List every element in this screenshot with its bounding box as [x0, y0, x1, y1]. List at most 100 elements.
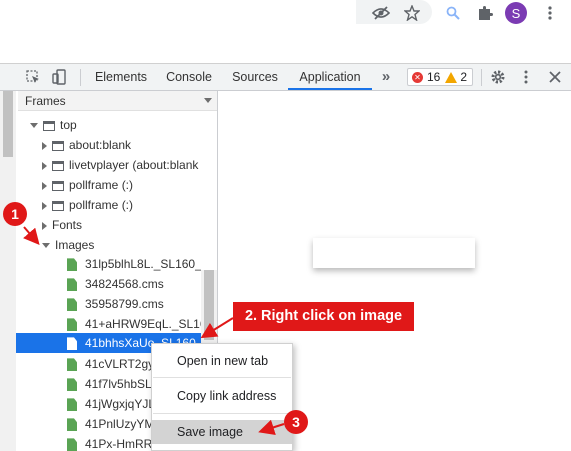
badge-number: 1	[11, 206, 19, 222]
expand-icon	[42, 161, 47, 170]
frame-icon	[52, 160, 64, 171]
menu-separator	[153, 377, 291, 378]
image-item-label: 41cVLRT2gyL	[85, 357, 161, 371]
menu-item-copy-link[interactable]: Copy link address	[152, 384, 292, 408]
tree-item-label: Images	[55, 238, 95, 252]
image-item-label: 41PnlUzyYM	[85, 417, 155, 431]
tab-sources-label: Sources	[232, 70, 278, 84]
image-file-icon	[67, 258, 77, 272]
menu-item-save-image[interactable]: Save image	[152, 420, 292, 444]
image-item-label: 31lp5blhL8L._SL160_.j	[85, 257, 201, 271]
tree-item-pollframe[interactable]: pollframe (:)	[42, 195, 133, 215]
badge-number: 3	[292, 414, 300, 430]
tab-elements[interactable]: Elements	[88, 64, 154, 90]
frames-section-header[interactable]: Frames	[18, 91, 217, 111]
image-item[interactable]: 31lp5blhL8L._SL160_.j	[67, 254, 201, 274]
star-icon[interactable]	[400, 2, 424, 24]
step-badge-3: 3	[284, 410, 308, 434]
tab-console[interactable]: Console	[158, 64, 220, 90]
image-item-label: 41+aHRW9EqL._SL160	[85, 317, 201, 331]
image-item[interactable]: 41+aHRW9EqL._SL160	[67, 314, 201, 334]
avatar-initial: S	[511, 5, 521, 21]
scrollbar-thumb[interactable]	[204, 270, 214, 340]
more-vert-icon[interactable]	[538, 2, 562, 24]
frame-icon	[52, 180, 64, 191]
more-tabs-label: »	[381, 68, 391, 85]
step-callout-2: 2. Right click on image	[233, 302, 414, 331]
warning-count: 2	[460, 70, 468, 84]
tree-item-images[interactable]: Images	[42, 235, 94, 255]
tree-item-pollframe[interactable]: pollframe (:)	[42, 175, 133, 195]
tab-application-label: Application	[299, 70, 361, 84]
search-icon[interactable]	[441, 2, 465, 24]
menu-item-label: Open in new tab	[177, 354, 269, 368]
warning-icon	[445, 71, 458, 83]
tree-item-top[interactable]: top	[30, 115, 77, 135]
collapse-icon	[204, 98, 212, 103]
tab-console-label: Console	[166, 70, 212, 84]
image-file-icon	[67, 278, 77, 292]
tab-sources[interactable]: Sources	[224, 64, 286, 90]
devtools-toolbar: Elements Console Sources Application » ✕…	[0, 64, 571, 91]
close-icon[interactable]	[545, 67, 565, 87]
expand-icon	[42, 181, 47, 190]
menu-item-open-new-tab[interactable]: Open in new tab	[152, 349, 292, 373]
frames-header-label: Frames	[25, 94, 66, 108]
tab-application[interactable]: Application	[288, 64, 372, 90]
image-item[interactable]: 34824568.cms	[67, 274, 201, 294]
image-item-label: 41f7lv5hbSL.	[85, 377, 156, 391]
image-file-icon	[67, 398, 77, 412]
tree-item-label: pollframe (:)	[69, 198, 134, 212]
image-preview	[313, 238, 475, 268]
image-item-label: 41jWgxjqYJL.	[85, 397, 159, 411]
expand-icon	[30, 123, 38, 129]
image-item-label: 35958799.cms	[85, 297, 164, 311]
toolbar-separator	[481, 69, 482, 86]
tree-item-fonts[interactable]: Fonts	[42, 215, 82, 235]
device-toolbar-icon[interactable]	[49, 67, 69, 87]
frame-icon	[52, 200, 64, 211]
tree-item-label: livetvplayer (about:blank	[69, 158, 199, 172]
image-item[interactable]: 35958799.cms	[67, 294, 201, 314]
error-count: 16	[427, 70, 441, 84]
issues-counter[interactable]: ✕ 16 2	[407, 68, 473, 86]
expand-icon	[42, 243, 50, 249]
image-file-icon	[67, 438, 77, 451]
image-file-icon	[67, 378, 77, 392]
more-tabs-button[interactable]: »	[376, 64, 396, 90]
error-icon: ✕	[412, 71, 423, 83]
frame-icon	[52, 140, 64, 151]
expand-icon	[42, 141, 47, 150]
tab-elements-label: Elements	[94, 70, 148, 84]
expand-icon	[42, 221, 47, 230]
tree-item-label: Fonts	[52, 218, 83, 232]
gear-icon[interactable]	[488, 67, 508, 87]
more-vert-icon[interactable]	[516, 67, 536, 87]
image-file-icon	[67, 337, 77, 351]
tree-item-label: about:blank	[69, 138, 132, 152]
tree-item-about-blank[interactable]: about:blank	[42, 135, 131, 155]
puzzle-icon[interactable]	[473, 2, 497, 24]
scrollbar-thumb[interactable]	[3, 91, 13, 157]
image-file-icon	[67, 418, 77, 432]
step-badge-1: 1	[3, 202, 27, 226]
image-file-icon	[67, 318, 77, 332]
expand-icon	[42, 201, 47, 210]
tree-item-label: top	[60, 118, 77, 132]
menu-item-label: Save image	[177, 425, 244, 439]
image-item-label: 34824568.cms	[85, 277, 164, 291]
profile-avatar[interactable]: S	[505, 2, 527, 24]
menu-separator	[153, 413, 291, 414]
toolbar-separator	[80, 69, 81, 86]
context-menu: Open in new tab Copy link address Save i…	[151, 343, 293, 451]
eye-slash-icon[interactable]	[369, 2, 393, 24]
image-file-icon	[67, 298, 77, 312]
callout-text: 2. Right click on image	[244, 308, 403, 324]
menu-item-label: Copy link address	[177, 389, 277, 403]
frame-icon	[43, 120, 55, 131]
inspect-element-icon[interactable]	[23, 67, 43, 87]
image-file-icon	[67, 358, 77, 372]
browser-toolbar: S	[0, 0, 571, 30]
tree-item-livetvplayer[interactable]: livetvplayer (about:blank	[42, 155, 217, 175]
sidebar-scrollbar[interactable]	[0, 91, 16, 451]
